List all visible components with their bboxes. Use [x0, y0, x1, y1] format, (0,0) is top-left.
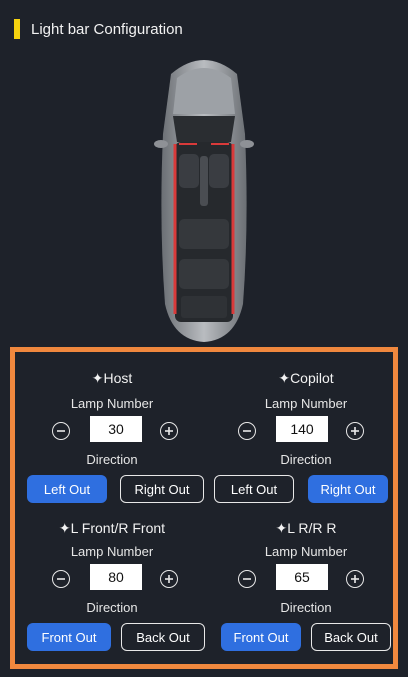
lamp-number-input[interactable]: 65: [276, 564, 328, 590]
lamp-number-label: Lamp Number: [264, 544, 348, 559]
lamp-number-stepper: 65: [209, 564, 403, 594]
direction-label: Direction: [86, 600, 138, 615]
host-section: ✦Host Lamp Number 30 Direction Left Out …: [15, 352, 209, 510]
plus-circle-icon: [165, 575, 173, 583]
front-out-button[interactable]: Front Out: [221, 623, 301, 651]
direction-label: Direction: [280, 452, 332, 467]
section-title: ✦L R/R R: [275, 520, 337, 536]
front-out-button[interactable]: Front Out: [27, 623, 111, 651]
left-out-button[interactable]: Left Out: [27, 475, 107, 503]
front-section: ✦L Front/R Front Lamp Number 80 Directio…: [15, 510, 209, 668]
back-out-button[interactable]: Back Out: [311, 623, 391, 651]
increase-button[interactable]: [160, 422, 178, 440]
decrease-button[interactable]: [238, 570, 256, 588]
decrease-button[interactable]: [238, 422, 256, 440]
lamp-number-label: Lamp Number: [70, 544, 154, 559]
increase-button[interactable]: [346, 422, 364, 440]
left-out-button[interactable]: Left Out: [214, 475, 294, 503]
lamp-number-label: Lamp Number: [70, 396, 154, 411]
header: Light bar Configuration: [14, 18, 183, 40]
decrease-button[interactable]: [52, 570, 70, 588]
right-out-button[interactable]: Right Out: [308, 475, 388, 503]
plus-circle-icon: [165, 427, 173, 435]
lamp-number-input[interactable]: 80: [90, 564, 142, 590]
light-bar-config-panel: ✦Host Lamp Number 30 Direction Left Out …: [10, 347, 398, 669]
increase-button[interactable]: [346, 570, 364, 588]
copilot-section: ✦Copilot Lamp Number 140 Direction Left …: [209, 352, 403, 510]
section-title: ✦L Front/R Front: [58, 520, 166, 536]
right-out-button[interactable]: Right Out: [120, 475, 204, 503]
minus-circle-icon: [243, 578, 251, 580]
lamp-number-stepper: 30: [15, 416, 209, 446]
lamp-number-stepper: 140: [209, 416, 403, 446]
section-title: ✦Copilot: [278, 370, 334, 386]
minus-circle-icon: [57, 578, 65, 580]
lamp-number-input[interactable]: 30: [90, 416, 142, 442]
plus-circle-icon: [351, 575, 359, 583]
direction-label: Direction: [280, 600, 332, 615]
lamp-number-input[interactable]: 140: [276, 416, 328, 442]
decrease-button[interactable]: [52, 422, 70, 440]
minus-circle-icon: [243, 430, 251, 432]
plus-circle-icon: [351, 427, 359, 435]
page-title: Light bar Configuration: [31, 20, 183, 38]
section-title: ✦Host: [91, 370, 133, 386]
back-out-button[interactable]: Back Out: [121, 623, 205, 651]
increase-button[interactable]: [160, 570, 178, 588]
rear-section: ✦L R/R R Lamp Number 65 Direction Front …: [209, 510, 403, 668]
lamp-number-label: Lamp Number: [264, 396, 348, 411]
direction-label: Direction: [86, 452, 138, 467]
car-diagram: [0, 44, 408, 344]
accent-bar: [14, 19, 20, 39]
lamp-number-stepper: 80: [15, 564, 209, 594]
car-top-view-icon: [154, 60, 254, 342]
minus-circle-icon: [57, 430, 65, 432]
